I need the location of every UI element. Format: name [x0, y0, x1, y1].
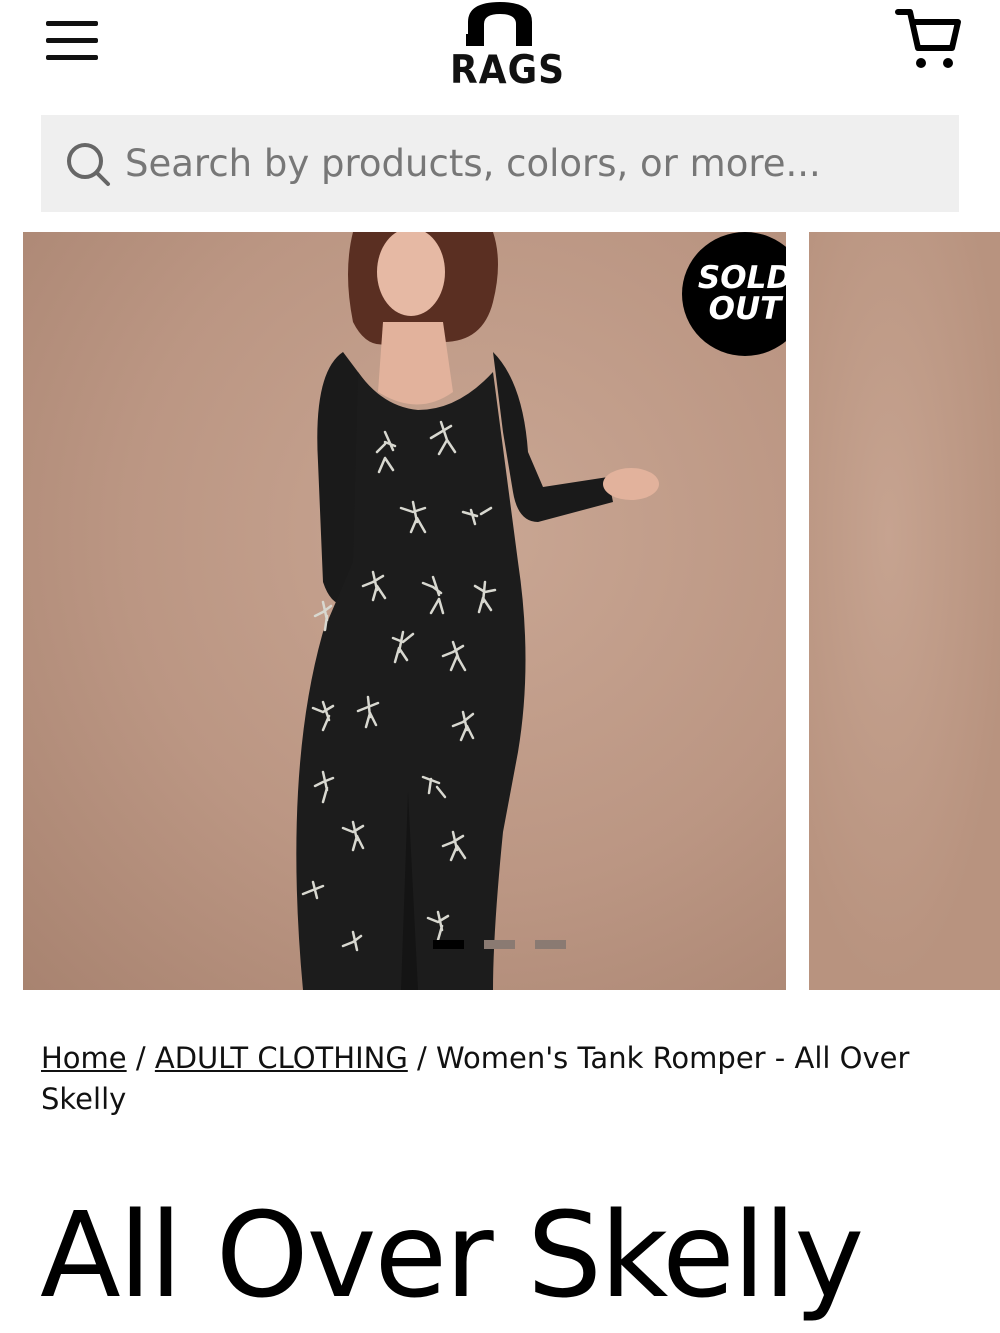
- gallery-pagination: [433, 940, 566, 950]
- menu-bar: [46, 21, 98, 26]
- next-product-photo[interactable]: [809, 232, 1000, 990]
- product-title: All Over Skelly: [40, 1186, 864, 1324]
- product-image-gallery[interactable]: SOLD OUT: [0, 232, 1000, 992]
- gallery-dot-2[interactable]: [484, 940, 515, 949]
- search-icon: [67, 142, 110, 186]
- menu-bar: [46, 38, 98, 43]
- logo-text: RAGS: [450, 47, 566, 94]
- breadcrumb-separator: /: [135, 1041, 146, 1075]
- model-figure-image: [296, 232, 659, 990]
- sold-out-line1: SOLD: [697, 260, 786, 296]
- hamburger-menu-button[interactable]: [40, 18, 104, 64]
- breadcrumb: Home / ADULT CLOTHING / Women's Tank Rom…: [41, 1038, 921, 1120]
- logo-mark-icon: [466, 2, 532, 46]
- breadcrumb-category-link[interactable]: ADULT CLOTHING: [155, 1041, 408, 1075]
- sold-out-line2: OUT: [708, 291, 782, 327]
- search-bar[interactable]: [41, 115, 959, 212]
- site-header: RAGS: [0, 0, 1000, 110]
- product-photo[interactable]: SOLD OUT: [23, 232, 786, 990]
- cart-button[interactable]: [890, 6, 966, 72]
- gallery-dot-1[interactable]: [433, 940, 464, 949]
- breadcrumb-home-link[interactable]: Home: [41, 1041, 127, 1075]
- gallery-dot-3[interactable]: [535, 940, 566, 949]
- menu-bar: [46, 55, 98, 60]
- rags-logo[interactable]: RAGS: [450, 0, 566, 96]
- shopping-cart-icon: [895, 9, 961, 68]
- breadcrumb-separator: /: [417, 1041, 427, 1075]
- search-input[interactable]: [123, 141, 927, 186]
